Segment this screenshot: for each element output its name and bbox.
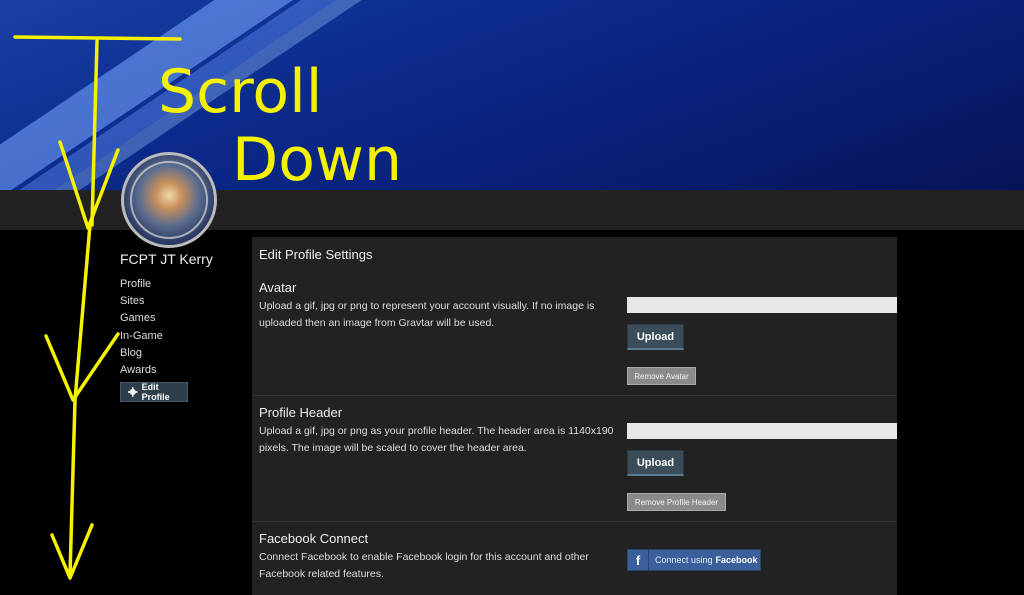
annotation-line xyxy=(90,39,99,227)
annotation-line xyxy=(58,140,120,230)
annotation-line xyxy=(44,332,120,402)
annotation-text-down: Down xyxy=(232,125,402,195)
scroll-down-annotation: Scroll Down xyxy=(13,35,402,580)
annotation-line xyxy=(13,35,182,41)
annotation-text-scroll: Scroll xyxy=(158,57,322,127)
